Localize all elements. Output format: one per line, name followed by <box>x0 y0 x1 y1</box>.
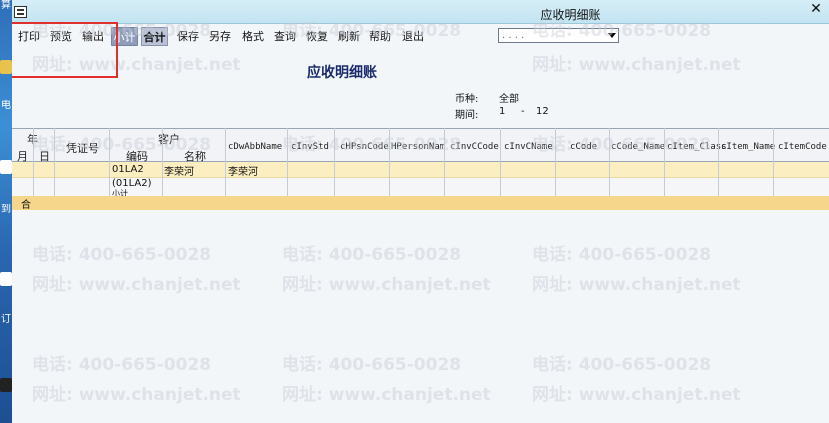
refresh-button[interactable]: 刷新 <box>337 27 361 46</box>
desktop-shortcut-icon[interactable] <box>0 160 12 174</box>
abbr-name-cell: 李荣河 <box>228 167 258 178</box>
header-voucher: 凭证号 <box>66 142 99 155</box>
column-divider <box>664 128 665 196</box>
period-label: 期间: <box>455 110 479 121</box>
view-select-value: . . . . <box>502 30 525 41</box>
header-col: HPersonNam <box>391 142 446 152</box>
header-col: cCode_Name <box>611 142 666 152</box>
column-divider <box>555 128 556 196</box>
desktop-shortcut-icon[interactable] <box>0 378 12 392</box>
subtotal-label-cell: 小计 <box>112 189 128 196</box>
watermark-site: 网址: www.chanjet.net <box>32 275 241 295</box>
desktop-shortcut-icon[interactable] <box>0 60 12 74</box>
column-divider <box>334 128 335 196</box>
header-col: cInvStd <box>291 142 329 152</box>
table-header: 年 月 日 凭证号 客户 编码 名称 cDwAbbName cInvStd cH… <box>12 128 829 163</box>
toolbar: 打印 预览 输出 小计 合计 保存 另存 格式 查询 恢复 刷新 帮助 退出 .… <box>12 25 829 47</box>
column-divider <box>773 128 774 196</box>
header-col: cDwAbbName <box>228 142 283 152</box>
column-divider <box>162 128 163 196</box>
watermark-site: 网址: www.chanjet.net <box>32 385 241 405</box>
header-col: cItemCode <box>778 142 827 152</box>
total-button[interactable]: 合计 <box>141 27 168 46</box>
subtotal-button[interactable]: 小计 <box>111 27 138 46</box>
period-separator: - <box>521 106 525 117</box>
title-bar: 应收明细账 ✕ <box>12 0 829 24</box>
format-button[interactable]: 格式 <box>241 27 265 46</box>
header-col: cCode <box>570 142 598 152</box>
desktop-strip: 算 电 到 订 <box>0 0 12 423</box>
header-col: cHPsnCode <box>340 142 389 152</box>
column-divider <box>609 128 610 196</box>
desktop-shortcut-label[interactable]: 订 <box>0 314 12 326</box>
total-row[interactable]: 合 <box>12 196 829 211</box>
header-col: cItem_Name <box>721 142 776 152</box>
window-title: 应收明细账 <box>540 8 601 22</box>
table-row[interactable]: 01LA2 李荣河 李荣河 <box>12 162 829 178</box>
total-label-cell: 合 <box>21 200 31 211</box>
header-col: cInvCName <box>504 142 553 152</box>
column-divider <box>718 128 719 196</box>
desktop-shortcut-label[interactable]: 电 <box>0 100 12 112</box>
period-from: 1 <box>499 106 506 117</box>
watermark-phone: 电话: 400-665-0028 <box>32 245 212 265</box>
view-select[interactable]: . . . . <box>498 28 619 43</box>
column-divider <box>500 128 501 196</box>
report-window: 应收明细账 ✕ 打印 预览 输出 小计 合计 保存 另存 格式 查询 恢复 刷新… <box>12 0 829 423</box>
preview-button[interactable]: 预览 <box>49 27 73 46</box>
column-divider <box>225 128 226 196</box>
watermark-site: 网址: www.chanjet.net <box>282 275 491 295</box>
watermark-phone: 电话: 400-665-0028 <box>282 355 462 375</box>
desktop-shortcut-label[interactable]: 算 <box>0 0 12 12</box>
period-to: 12 <box>536 106 549 117</box>
chevron-down-icon[interactable] <box>608 33 616 38</box>
watermark-phone: 电话: 400-665-0028 <box>532 245 712 265</box>
header-col: cInvCCode <box>450 142 499 152</box>
watermark-phone: 电话: 400-665-0028 <box>282 245 462 265</box>
currency-value: 全部 <box>499 94 519 105</box>
desktop-shortcut-label[interactable]: 到 <box>0 204 12 216</box>
watermark-site: 网址: www.chanjet.net <box>282 385 491 405</box>
export-button[interactable]: 输出 <box>81 27 105 46</box>
customer-name-cell: 李荣河 <box>164 167 194 178</box>
save-as-button[interactable]: 另存 <box>208 27 232 46</box>
customer-code-cell: 01LA2 <box>112 164 144 175</box>
print-button[interactable]: 打印 <box>17 27 41 46</box>
column-divider <box>444 128 445 196</box>
save-button[interactable]: 保存 <box>176 27 200 46</box>
column-divider <box>54 128 55 196</box>
table-row[interactable]: (01LA2) 小计 <box>12 178 829 196</box>
watermark-site: 网址: www.chanjet.net <box>532 275 741 295</box>
watermark-site: 网址: www.chanjet.net <box>532 385 741 405</box>
query-button[interactable]: 查询 <box>273 27 297 46</box>
restore-button[interactable]: 恢复 <box>305 27 329 46</box>
desktop-shortcut-icon[interactable] <box>0 272 12 286</box>
exit-button[interactable]: 退出 <box>401 27 425 46</box>
report-title: 应收明细账 <box>307 65 377 81</box>
column-divider <box>389 128 390 196</box>
column-divider <box>33 128 34 196</box>
currency-label: 币种: <box>455 94 479 105</box>
watermark-phone: 电话: 400-665-0028 <box>532 355 712 375</box>
help-button[interactable]: 帮助 <box>368 27 392 46</box>
watermark-phone: 电话: 400-665-0028 <box>32 355 212 375</box>
column-divider <box>109 128 110 196</box>
column-divider <box>287 128 288 196</box>
close-icon[interactable]: ✕ <box>809 2 823 16</box>
